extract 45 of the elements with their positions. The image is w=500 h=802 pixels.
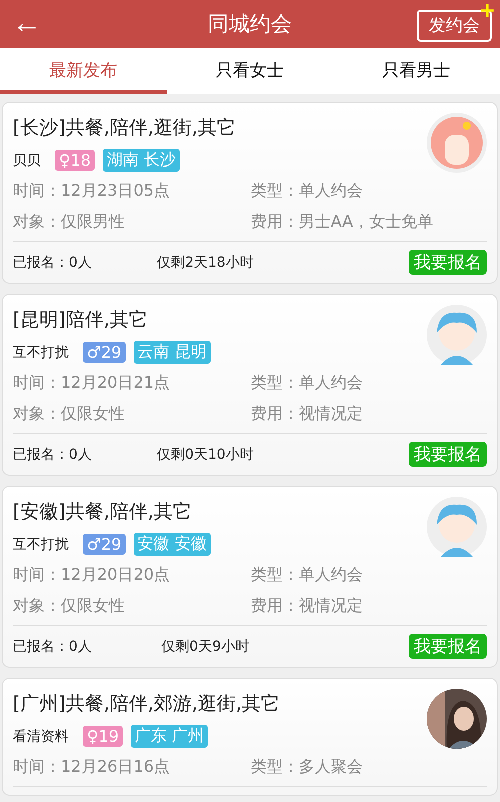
post-card[interactable]: [广州]共餐,陪伴,郊游,逛街,其它 看清资料 ♀19 广东 广州 时间：12月26日16点 类型：多人聚会 [2, 678, 498, 796]
user-name: 互不打扰 [13, 536, 69, 554]
location-tag: 安徽 安徽 [134, 533, 211, 556]
post-title: [昆明]陪伴,其它 [13, 308, 149, 333]
post-card[interactable]: [长沙]共餐,陪伴,逛街,其它 贝贝 ♀18 湖南 长沙 时间：12月23日05点 类型：单人约会 对象：仅限男性 费用：男士AA，女士免单 已报名：0人 仅剩2天18小时 我要报名 [2, 102, 498, 284]
fee-text: 费用：视情况定 [251, 596, 364, 617]
post-title: [广州]共餐,陪伴,郊游,逛街,其它 [13, 692, 280, 717]
signup-count: 已报名：0人 [13, 446, 92, 464]
time-remaining: 仅剩0天9小时 [162, 638, 250, 656]
type-text: 类型：单人约会 [251, 565, 364, 586]
target-text: 对象：仅限女性 [13, 404, 126, 425]
age-tag: ♂29 [83, 534, 126, 555]
location-tag: 湖南 长沙 [103, 149, 180, 172]
target-text: 对象：仅限女性 [13, 596, 126, 617]
user-name: 看清资料 [13, 728, 69, 746]
time-remaining: 仅剩0天10小时 [157, 446, 254, 464]
back-button[interactable]: ← [8, 9, 46, 39]
signup-count: 已报名：0人 [13, 638, 92, 656]
time-text: 时间：12月20日20点 [13, 565, 172, 586]
time-text: 时间：12月26日16点 [13, 757, 172, 778]
fee-text: 费用：男士AA，女士免单 [251, 212, 434, 233]
age-tag: ♂29 [83, 342, 126, 363]
page-title: 同城约会 [208, 11, 292, 38]
tab[interactable]: 只看女士 [166, 48, 334, 94]
tab[interactable]: 只看男士 [333, 48, 500, 94]
signup-count: 已报名：0人 [13, 254, 92, 272]
post-card[interactable]: [安徽]共餐,陪伴,其它 互不打扰 ♂29 安徽 安徽 时间：12月20日20点 类型：单人约会 对象：仅限女性 费用：视情况定 已报名：0人 仅剩0天9小时 我要报名 [2, 486, 498, 668]
time-text: 时间：12月20日21点 [13, 373, 172, 394]
user-name: 贝贝 [13, 152, 41, 170]
type-text: 类型：单人约会 [251, 181, 364, 202]
tab[interactable]: 最新发布 [0, 48, 167, 94]
user-name: 互不打扰 [13, 344, 69, 362]
type-text: 类型：多人聚会 [251, 757, 364, 778]
time-text: 时间：12月23日05点 [13, 181, 172, 202]
fee-text: 费用：视情况定 [251, 404, 364, 425]
target-text: 对象：仅限男性 [13, 212, 126, 233]
location-tag: 云南 昆明 [134, 341, 211, 364]
location-tag: 广东 广州 [131, 725, 208, 748]
age-tag: ♀18 [55, 150, 96, 171]
post-title: [长沙]共餐,陪伴,逛街,其它 [13, 116, 236, 141]
time-remaining: 仅剩2天18小时 [157, 254, 254, 272]
post-title: [安徽]共餐,陪伴,其它 [13, 500, 193, 525]
post-card[interactable]: [昆明]陪伴,其它 互不打扰 ♂29 云南 昆明 时间：12月20日21点 类型：单人约会 对象：仅限女性 费用：视情况定 已报名：0人 仅剩0天10小时 我要报名 [2, 294, 498, 476]
type-text: 类型：单人约会 [251, 373, 364, 394]
age-tag: ♀19 [83, 726, 124, 747]
